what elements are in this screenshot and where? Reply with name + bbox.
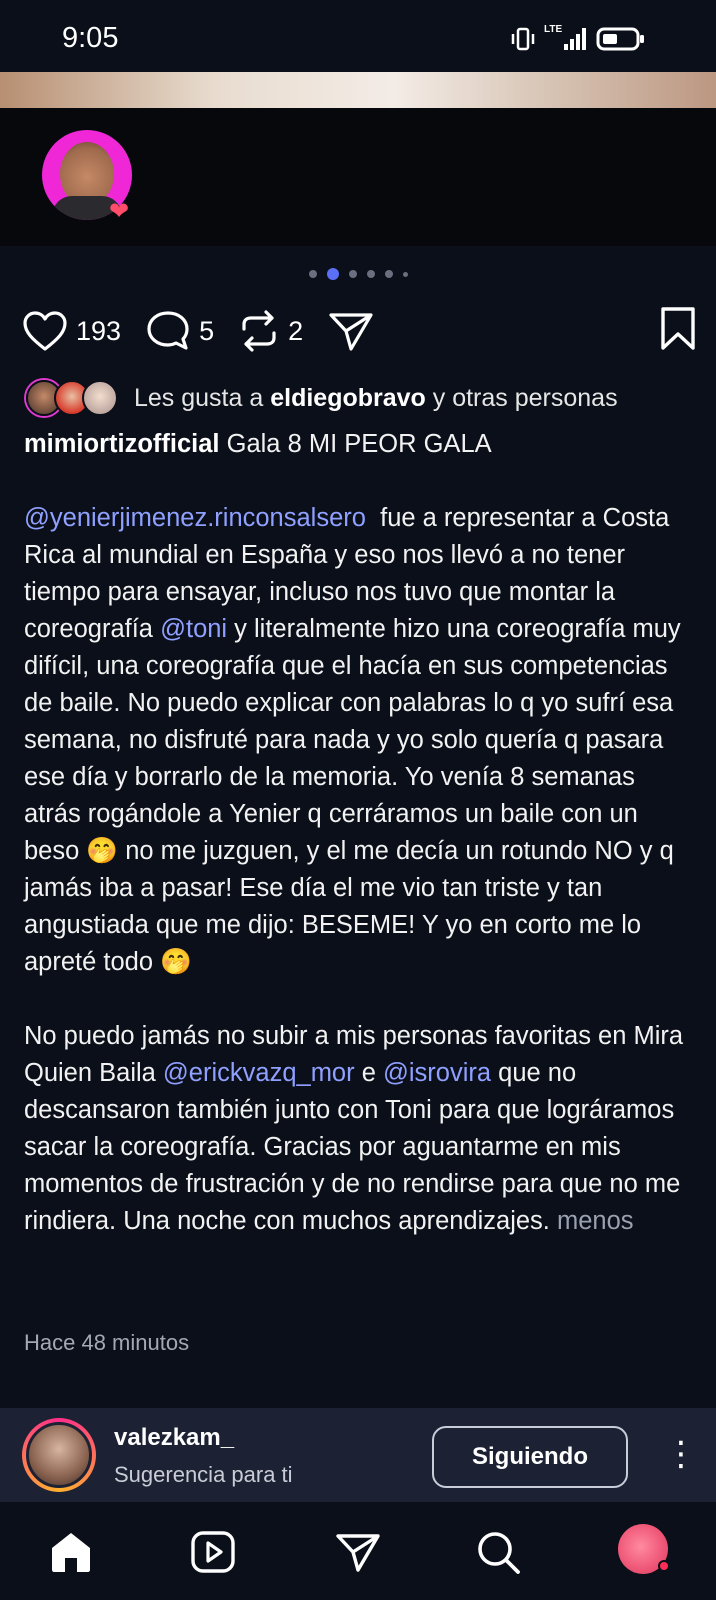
liked-by-row[interactable]: Les gusta a eldiegobravo y otras persona…: [26, 380, 618, 416]
send-icon: [329, 313, 373, 351]
signal-icon: LTE: [544, 24, 588, 52]
liked-by-user-link[interactable]: eldiegobravo: [270, 384, 426, 412]
caption-paragraph-2: No puedo jamás no subir a mis personas f…: [24, 1018, 694, 1240]
comments-count: 5: [199, 315, 215, 346]
carousel-dot: [348, 270, 357, 278]
post-caption: mimiortizofficial Gala 8 MI PEOR GALA @y…: [24, 426, 694, 1240]
bookmark-icon: [661, 307, 695, 350]
suggestion-banner[interactable]: valezkam_ Sugerencia para ti Siguiendo ⋮: [0, 1408, 716, 1502]
caption-header: mimiortizofficial Gala 8 MI PEOR GALA: [24, 426, 694, 463]
author-username[interactable]: mimiortizofficial: [24, 430, 220, 458]
caption-text: y literalmente hizo una coreografía muy …: [24, 615, 681, 976]
likes-count: 193: [76, 315, 122, 346]
vibrate-icon: [511, 27, 535, 51]
heart-icon: [23, 311, 67, 351]
battery-icon: [596, 27, 644, 51]
nav-search[interactable]: [476, 1530, 522, 1581]
caption-title: Gala 8 MI PEOR GALA: [226, 430, 492, 458]
liked-by-text: Les gusta a eldiegobravo y otras persona…: [134, 384, 618, 413]
carousel-dot: [308, 270, 317, 278]
nav-messages[interactable]: [334, 1530, 382, 1579]
send-icon: [336, 1534, 380, 1572]
share-button[interactable]: [327, 309, 375, 353]
caption-text: e: [354, 1059, 383, 1087]
following-button[interactable]: Siguiendo: [432, 1426, 628, 1488]
comment-button[interactable]: 5: [145, 309, 214, 353]
post-actions: 193 5 2: [22, 304, 698, 358]
mention-link[interactable]: @isrovira: [383, 1059, 491, 1087]
carousel-indicator: [0, 268, 716, 280]
post-media-image[interactable]: [0, 72, 716, 108]
nav-reels[interactable]: [190, 1530, 236, 1579]
suggested-username[interactable]: valezkam_: [114, 1424, 234, 1452]
avatar: [82, 380, 118, 416]
status-time: 9:05: [62, 22, 119, 54]
liked-by-suffix: y otras personas: [432, 383, 618, 412]
liked-by-prefix: Les gusta a: [134, 383, 264, 412]
comment-icon: [147, 311, 189, 350]
save-button[interactable]: [658, 306, 698, 357]
bottom-nav: [0, 1502, 716, 1600]
nav-home[interactable]: [48, 1530, 94, 1579]
home-icon: [52, 1533, 90, 1572]
carousel-dot: [402, 272, 408, 277]
heart-badge-icon: ❤: [109, 198, 130, 225]
post-timestamp: Hace 48 minutos: [24, 1330, 190, 1355]
show-less-link[interactable]: menos: [557, 1207, 634, 1235]
more-options-icon[interactable]: ⋮: [664, 1436, 698, 1472]
reels-icon: [191, 1531, 235, 1573]
status-bar: 9:05 LTE: [0, 0, 716, 72]
liked-by-avatars: [26, 380, 118, 416]
carousel-dot: [384, 270, 393, 278]
mention-link[interactable]: @erickvazq_mor: [163, 1059, 355, 1087]
mention-link[interactable]: @yenierjimenez.rinconsalsero: [24, 504, 366, 532]
suggestion-subtitle: Sugerencia para ti: [114, 1462, 293, 1487]
reposts-count: 2: [288, 315, 304, 346]
status-icons: LTE: [510, 24, 646, 52]
repost-button[interactable]: 2: [238, 309, 303, 353]
repost-icon: [242, 310, 276, 352]
notification-dot: [658, 1560, 670, 1572]
like-button[interactable]: 193: [22, 310, 121, 352]
caption-paragraph-1: @yenierjimenez.rinconsalsero fue a repre…: [24, 500, 694, 981]
carousel-dot: [366, 270, 375, 278]
nav-profile[interactable]: [618, 1524, 670, 1574]
carousel-dot-active: [326, 268, 339, 280]
suggested-user-avatar[interactable]: [22, 1418, 96, 1492]
mention-link[interactable]: @toni: [160, 615, 227, 643]
search-icon: [478, 1532, 520, 1574]
